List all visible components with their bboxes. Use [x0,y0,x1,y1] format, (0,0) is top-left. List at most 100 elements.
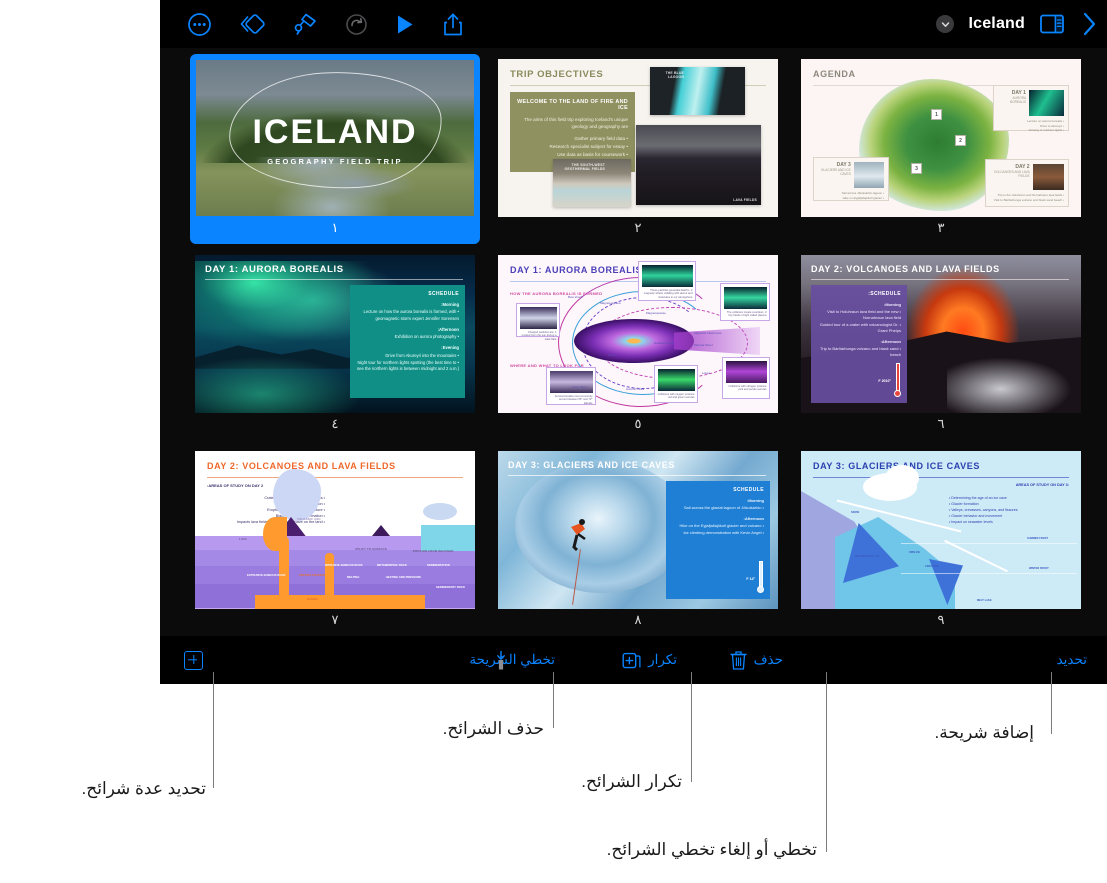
callout-line-select [213,672,214,788]
slide9-label-firn-ice: FIRN ICE [909,551,921,554]
callout-line-skip-slide [826,672,827,852]
slide5-label-poles: Poles [608,353,616,357]
slide-thumbnail-image-2: TRIP OBJECTIVES WELCOME TO THE LAND OF F… [498,59,778,217]
slide8-temperature: 14° F [746,577,755,581]
next-chevron-icon[interactable] [1079,11,1099,37]
slide-thumbnail-1[interactable]: ICELAND GEOGRAPHY FIELD TRIP ١ [190,54,480,244]
slide3-pin-2: 2 [955,135,966,146]
slide-thumbnail-image-5: DAY 1: AURORA BOREALIS HOW THE AURORA BO… [498,255,778,413]
slide4-morning-line1: • Lecture on how the aurora borealis is … [363,309,459,321]
trash-icon[interactable] [729,650,747,671]
slide2-box-paragraph: The aims of this field trip exploring Ic… [523,117,628,129]
slide-number-1: ١ [331,220,339,235]
slide3-pin-3: 3 [911,163,922,174]
slide5-callout-5-text: Collisions with oxygen produce red and g… [657,392,695,400]
slide8-title: DAY 3: GLACIERS AND ICE CAVES [508,460,675,470]
slide4-morning-label: Morning: [441,302,459,307]
slide7-label-crystallization: CRYSTALLIZATION [299,573,325,577]
slide5-callout-4-text: Aurora borealis most commonly occurs bet… [554,394,593,406]
callout-select-multiple: تحديد عدة شرائح. [81,779,206,798]
view-options-icon[interactable] [1039,13,1065,35]
select-button[interactable]: تحديد [1057,636,1087,684]
callout-delete-slides: حذف الشرائح. [442,719,544,738]
skip-slide-icon[interactable] [492,650,510,670]
toolbar-right-group: Iceland [936,0,1099,48]
slide7-label-melting: MELTING [347,575,360,579]
slide5-label-plasma-sheet: Plasma Sheet [694,343,713,347]
slide-thumbnail-5[interactable]: DAY 1: AURORA BOREALIS HOW THE AURORA BO… [493,250,783,440]
more-icon[interactable] [187,12,212,37]
delete-button[interactable]: حذف [729,636,783,684]
slide-thumbnail-8[interactable]: DAY 3: GLACIERS AND ICE CAVES SCHEDULE M… [493,446,783,636]
slide-thumbnail-image-3: AGENDA 1 2 3 DAY 1 AURORA BOREALIS • Lec… [801,59,1081,217]
format-brush-icon[interactable] [293,12,318,37]
slide-thumbnail-9[interactable]: DAY 3: GLACIERS AND ICE CAVES AREAS OF S… [796,446,1086,636]
slide-thumbnail-image-9: DAY 3: GLACIERS AND ICE CAVES AREAS OF S… [801,451,1081,609]
slide6-afternoon-label: Afternoon: [880,339,901,344]
slide3-card2-line1: • Trip to the Holuhraun and Nornahraun l… [997,193,1064,197]
slide9-subheading: AREAS OF STUDY ON DAY 3: [1015,483,1069,487]
document-chevron-down-icon[interactable] [936,15,955,33]
slide7-label-uplift: UPLIFT TO SURFACE [355,547,387,551]
slide5-callout-5: Collisions with oxygen produce red and g… [654,365,698,403]
share-icon[interactable] [442,12,464,37]
callout-duplicate-slides: تكرار الشرائح. [581,772,682,791]
slide7-subheading: AREAS OF STUDY ON DAY 2: [207,483,264,488]
slide9-bullet-5: • Impact on seawater levels [949,520,993,525]
slide-thumbnail-7[interactable]: DAY 2: VOLCANOES AND LAVA FIELDS AREAS O… [190,446,480,636]
slide7-label-sedimentation: SEDIMENTATION [427,563,450,567]
duplicate-button[interactable]: تكرار [622,636,677,684]
undo-icon[interactable] [345,13,368,36]
slide2-bullet-3: • Use data as basis for coursework [557,152,628,158]
thermometer-icon [894,363,901,397]
slide-number-4: ٤ [331,416,339,431]
slide2-bullet-2: • Research specialist subject for essay [549,144,628,150]
slide-thumbnail-2[interactable]: TRIP OBJECTIVES WELCOME TO THE LAND OF F… [493,54,783,244]
add-slide-button[interactable] [184,636,203,684]
slide2-caption-2: LAVA FIELDS [733,198,757,202]
slide6-morning-line1: • Visit to Holuhraun lava field and the … [827,309,901,320]
slide7-label-heating: HEATING AND PRESSURE [385,575,421,579]
slide5-callout-6: Collisions with nitrogen produce pink an… [722,357,770,399]
slide7-label-sedimentary: SEDIMENTARY ROCK [435,585,465,589]
slide-number-6: ٦ [937,416,945,431]
slide6-schedule-panel: SCHEDULE: Morning: • Visit to Holuhraun … [811,285,907,403]
slide-thumbnail-4[interactable]: DAY 1: AURORA BOREALIS SCHEDULE Morning:… [190,250,480,440]
slide9-label-summer-frost: SUMMER FROST [1027,537,1049,540]
duplicate-label: تكرار [648,652,677,667]
slide3-title: AGENDA [813,69,856,79]
slide-thumbnail-3[interactable]: AGENDA 1 2 3 DAY 1 AURORA BOREALIS • Lec… [796,54,1086,244]
slide-layout-icon[interactable] [239,12,266,37]
slide7-label-metamorphic: METAMORPHIC ROCK [377,563,407,567]
slide-number-8: ٨ [634,612,642,627]
duplicate-icon[interactable] [622,651,641,670]
slide-number-9: ٩ [937,612,945,627]
slide8-afternoon-line1: • Hike on the Eyjafjallajökull glacier a… [679,523,764,528]
slide2-photo-lava-fields: LAVA FIELDS [636,125,761,205]
slide5-label-radiation-belts: Radiation Belts [654,341,675,345]
select-label: تحديد [1056,652,1087,667]
slide5-callout-3: 3. The collisions create countless tiny … [720,283,770,321]
slide5-callout-1-text: 1. Charged particles are emitted from th… [521,330,557,342]
play-icon[interactable] [395,13,415,36]
skip-slide-button[interactable]: تخطي الشريحة [469,636,555,684]
delete-label: حذف [753,652,783,667]
slide5-callout-1: 1. Charged particles are emitted from th… [516,303,560,341]
slide4-evening-line1: • Drive from Akureyri into the mountains [385,352,459,358]
slide8-afternoon-label: Afternoon: [743,516,764,521]
slide-number-2: ٢ [634,220,642,235]
slide4-evening-line2: • Night tour for northern lights spottin… [357,360,459,372]
slide-thumbnail-6[interactable]: DAY 2: VOLCANOES AND LAVA FIELDS SCHEDUL… [796,250,1086,440]
add-slide-plus-icon[interactable] [184,650,203,670]
slide2-photo-geothermal: THE SOUTH-WEST GEOTHERMAL FIELDS [553,159,631,207]
slide9-label-winter-frost: WINTER FROST [1029,567,1049,570]
slide3-card2-subject: VOLCANOES AND LAVA FIELDS [993,170,1030,179]
slide6-panel-heading: SCHEDULE: [868,291,901,297]
slide1-subtitle: GEOGRAPHY FIELD TRIP [267,156,403,166]
slide-thumbnail-image-8: DAY 3: GLACIERS AND ICE CAVES SCHEDULE M… [498,451,778,609]
slide3-card3-subject: GLACIERS AND ICE CAVES [821,168,851,177]
document-title[interactable]: Iceland [968,15,1025,33]
slide3-card-day3: DAY 3 GLACIERS AND ICE CAVES • Sail acro… [813,157,889,201]
slide2-box-heading: WELCOME TO THE LAND OF FIRE AND ICE [517,99,628,111]
slide4-title: DAY 1: AURORA BOREALIS [205,264,344,275]
